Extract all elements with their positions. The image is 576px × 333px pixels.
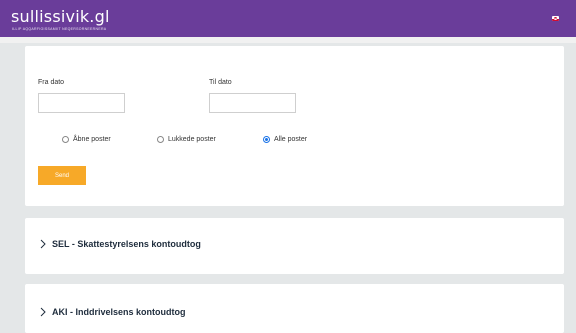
filter-panel: Fra dato Til dato Åbne poster Lukkede po…	[25, 46, 564, 206]
chevron-right-icon	[40, 307, 46, 317]
radio-closed-posts[interactable]: Lukkede poster	[157, 136, 216, 143]
greenland-flag-icon[interactable]	[552, 16, 559, 21]
from-date-label: Fra dato	[38, 79, 65, 86]
to-date-label: Til dato	[209, 79, 232, 86]
radio-open-label: Åbne poster	[73, 136, 111, 143]
radio-all-label: Alle poster	[274, 136, 308, 143]
top-bar: sullissivik.gl ILLIP AQQARFIGISSAMIIT NE…	[0, 0, 576, 37]
radio-all-icon[interactable]	[263, 136, 270, 143]
to-date-input[interactable]	[209, 93, 296, 113]
radio-open-posts[interactable]: Åbne poster	[62, 136, 111, 143]
radio-all-posts[interactable]: Alle poster	[263, 136, 307, 143]
radio-closed-label: Lukkede poster	[168, 136, 216, 143]
radio-open-icon[interactable]	[62, 136, 69, 143]
send-button[interactable]: Send	[38, 166, 86, 185]
header-divider	[0, 37, 576, 43]
accordion-aki-title: AKI - Inddrivelsens kontoudtog	[52, 307, 186, 317]
accordion-aki-header[interactable]: AKI - Inddrivelsens kontoudtog	[38, 307, 186, 317]
site-logo[interactable]: sullissivik.gl	[11, 9, 110, 25]
from-date-input[interactable]	[38, 93, 125, 113]
chevron-right-icon	[40, 239, 46, 249]
accordion-sel-title: SEL - Skattestyrelsens kontoudtog	[52, 239, 201, 249]
site-tagline: ILLIP AQQARFIGISSAMIIT NEQERSORNEERNERA	[12, 27, 107, 31]
radio-closed-icon[interactable]	[157, 136, 164, 143]
accordion-aki: AKI - Inddrivelsens kontoudtog	[25, 284, 564, 333]
accordion-sel: SEL - Skattestyrelsens kontoudtog	[25, 218, 564, 274]
accordion-sel-header[interactable]: SEL - Skattestyrelsens kontoudtog	[38, 239, 201, 249]
